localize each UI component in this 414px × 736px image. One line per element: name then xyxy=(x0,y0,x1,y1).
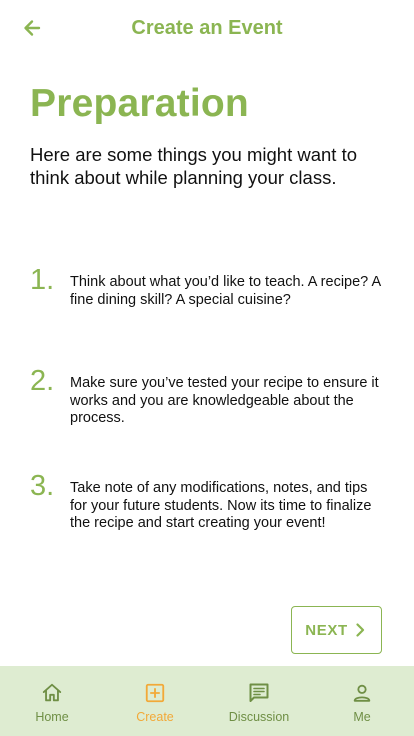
nav-item-create[interactable]: Create xyxy=(125,666,185,736)
intro-text: Here are some things you might want to t… xyxy=(30,144,357,188)
nav-item-me[interactable]: Me xyxy=(332,666,392,736)
nav-label: Discussion xyxy=(228,710,290,724)
step-number: 2. xyxy=(30,365,55,397)
app-bar: Create an Event xyxy=(0,0,414,56)
app-bar-title: Create an Event xyxy=(131,17,283,39)
next-button[interactable]: NEXT xyxy=(291,606,382,654)
bottom-nav: Home Create Discussion Me xyxy=(0,666,414,736)
step-number: 1. xyxy=(30,264,55,296)
nav-label: Create xyxy=(136,710,174,724)
page-title: Preparation xyxy=(30,82,249,125)
step-text: Make sure you’ve tested your recipe to e… xyxy=(70,375,379,427)
nav-label: Home xyxy=(35,710,69,724)
next-button-label: NEXT xyxy=(305,621,348,639)
step-text: Take note of any modifications, notes, a… xyxy=(70,480,372,532)
home-icon xyxy=(40,681,64,705)
step-number: 3. xyxy=(30,470,55,502)
step-text: Think about what you’d like to teach. A … xyxy=(70,274,381,308)
nav-item-discussion[interactable]: Discussion xyxy=(219,666,299,736)
add-box-icon xyxy=(143,681,167,705)
person-icon xyxy=(350,681,374,705)
chevron-right-icon xyxy=(356,623,364,637)
nav-label: Me xyxy=(353,710,371,724)
chat-icon xyxy=(247,681,271,705)
nav-item-home[interactable]: Home xyxy=(22,666,82,736)
